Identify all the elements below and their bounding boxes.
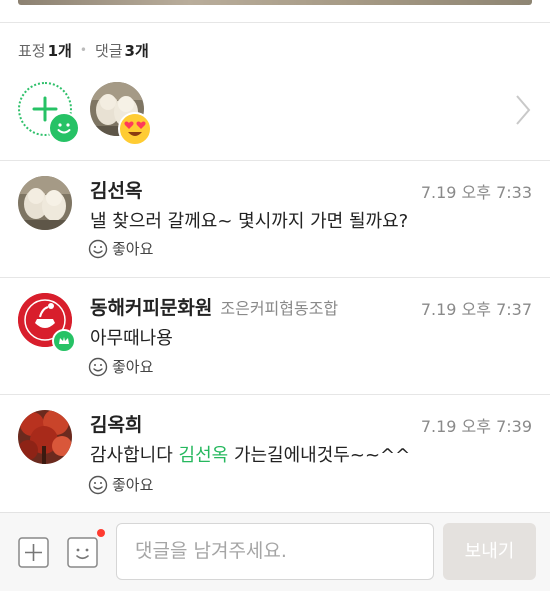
reactions-row bbox=[0, 74, 550, 161]
comment-item: 김선옥 7.19 오후 7:33 낼 찾으러 갈께요~ 몇시까지 가면 될까요?… bbox=[0, 160, 550, 278]
comment-author[interactable]: 김선옥 bbox=[90, 176, 142, 203]
like-label: 좋아요 bbox=[112, 358, 154, 376]
comment-text: 낼 찾으러 갈께요~ 몇시까지 가면 될까요? bbox=[90, 211, 409, 232]
reaction-comment-summary: 표정 1개 • 댓글 3개 bbox=[18, 38, 149, 62]
notification-dot bbox=[97, 529, 105, 537]
author-organization: 조은커피협동조합 bbox=[220, 299, 339, 318]
like-button[interactable]: 좋아요 bbox=[88, 238, 153, 259]
post-photo-bottom bbox=[18, 0, 532, 5]
comment-text: 감사합니다 김선옥 가는길에내것두~~^^ bbox=[90, 441, 410, 467]
comment-text: 아무때나용 bbox=[90, 328, 173, 349]
comment-text-part: 감사합니다 bbox=[90, 445, 179, 466]
send-button[interactable]: 보내기 bbox=[443, 523, 536, 580]
reactions-label: 표정 bbox=[18, 41, 46, 60]
smile-outline-icon bbox=[88, 239, 108, 258]
comment-text-part: 가는길에내것두~~^^ bbox=[228, 445, 411, 466]
comment-author[interactable]: 동해커피문화원 조은커피협동조합 bbox=[90, 293, 338, 320]
author-name: 동해커피문화원 bbox=[90, 297, 213, 319]
smile-icon bbox=[48, 112, 80, 144]
like-label: 좋아요 bbox=[112, 476, 154, 494]
like-button[interactable]: 좋아요 bbox=[88, 356, 153, 377]
mention-link[interactable]: 김선옥 bbox=[179, 445, 229, 466]
like-button[interactable]: 좋아요 bbox=[88, 474, 153, 495]
avatar[interactable] bbox=[18, 176, 72, 230]
like-label: 좋아요 bbox=[112, 240, 154, 258]
comment-author[interactable]: 김옥희 bbox=[90, 410, 142, 437]
comment-time: 7.19 오후 7:37 bbox=[420, 300, 532, 319]
attach-plus-icon[interactable] bbox=[18, 537, 49, 568]
post-image-edge bbox=[0, 0, 550, 23]
heart-eyes-icon bbox=[118, 112, 152, 146]
comment-item: 김옥희 7.19 오후 7:39 감사합니다 김선옥 가는길에내것두~~^^ 좋… bbox=[0, 394, 550, 512]
comment-item: 동해커피문화원 조은커피협동조합 7.19 오후 7:37 아무때나용 좋아요 bbox=[0, 277, 550, 395]
comment-composer: 댓글을 남겨주세요. 보내기 bbox=[0, 512, 550, 591]
chevron-right-icon[interactable] bbox=[514, 94, 532, 126]
comments-count: 3개 bbox=[124, 41, 149, 60]
comment-input[interactable]: 댓글을 남겨주세요. bbox=[116, 523, 434, 580]
separator-dot: • bbox=[79, 43, 87, 57]
crown-badge-icon bbox=[52, 329, 76, 353]
emoticon-button-icon[interactable] bbox=[67, 537, 98, 568]
reactions-count: 1개 bbox=[47, 41, 72, 60]
smile-outline-icon bbox=[88, 475, 108, 494]
avatar[interactable] bbox=[18, 410, 72, 464]
comments-label: 댓글 bbox=[94, 41, 123, 60]
comment-time: 7.19 오후 7:33 bbox=[420, 183, 532, 202]
comment-time: 7.19 오후 7:39 bbox=[420, 417, 532, 436]
smile-outline-icon bbox=[88, 357, 108, 376]
